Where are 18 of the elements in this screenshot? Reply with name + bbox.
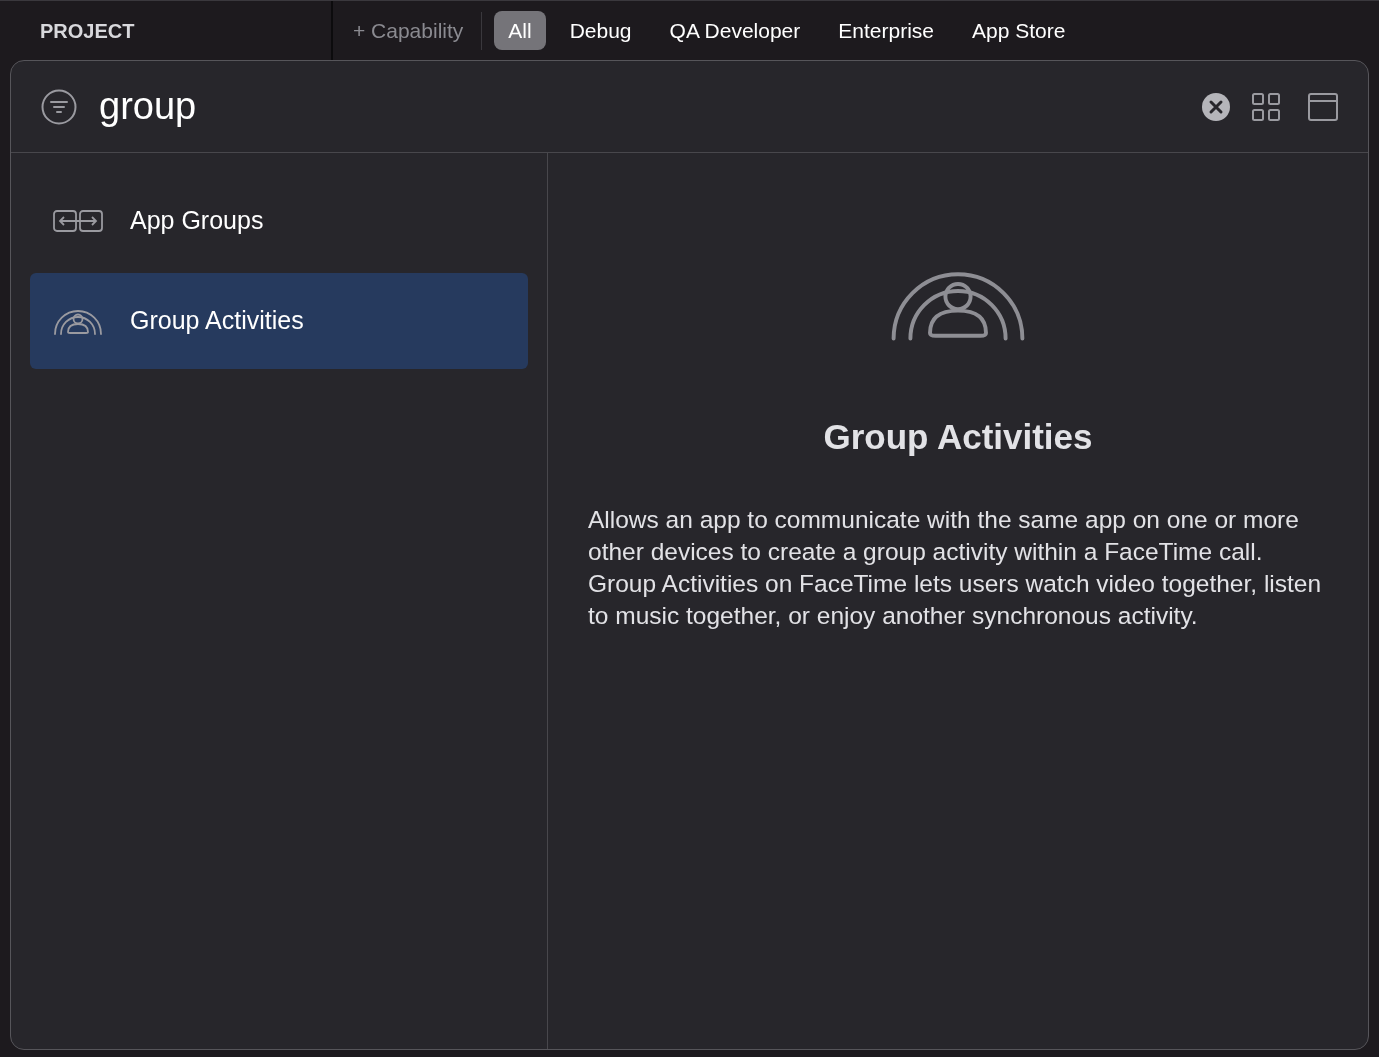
search-field[interactable]: group (99, 78, 1202, 135)
section-title: PROJECT (40, 18, 135, 44)
capability-item[interactable]: Group Activities (30, 273, 528, 369)
filter-tab[interactable]: QA Developer (655, 10, 815, 51)
linked-boxes-icon (53, 209, 103, 233)
filter-tab[interactable]: All (494, 10, 546, 51)
filter-tab[interactable]: App Store (958, 10, 1080, 51)
clear-icon[interactable] (1202, 92, 1230, 121)
filter-tab[interactable]: Debug (555, 10, 646, 51)
detail-description: Allows an app to communicate with the same app on one or more other devices to create a group activity within a FaceTime call. Group Activities on FaceTime lets users watch video together, listen to music together, or enjoy another synchronous activity. (588, 504, 1323, 631)
filter-tab[interactable]: Enterprise (824, 10, 948, 51)
filter-icon[interactable] (41, 88, 77, 125)
detail-title: Group Activities (823, 416, 1093, 459)
grid-view-icon[interactable] (1252, 92, 1280, 121)
window-view-icon[interactable] (1308, 92, 1338, 121)
add-capability-button[interactable]: + Capability (353, 11, 483, 50)
capability-item[interactable]: App Groups (30, 173, 528, 269)
person-arcs-icon (53, 307, 103, 335)
